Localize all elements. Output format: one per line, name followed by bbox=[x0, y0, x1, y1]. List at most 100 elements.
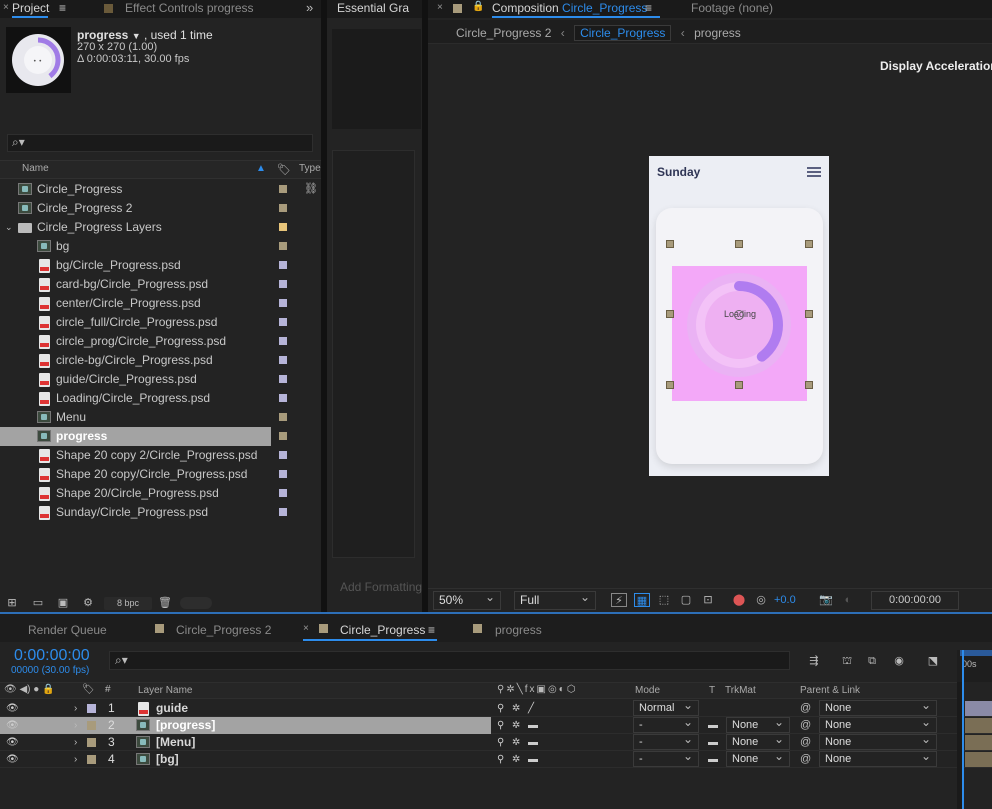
new-composition-icon[interactable]: ▣ bbox=[55, 596, 71, 610]
sort-ascending-icon[interactable]: ▲ bbox=[256, 163, 266, 174]
magnification-dropdown[interactable]: 50% bbox=[433, 589, 501, 610]
parent-dropdown[interactable]: None bbox=[819, 749, 937, 767]
label-tag-icon[interactable]: 🏷 bbox=[277, 163, 291, 176]
layer-name[interactable]: [progress] bbox=[156, 717, 215, 734]
project-item[interactable]: circle-bg/Circle_Progress.psd bbox=[0, 351, 321, 370]
collapse-switch-icon[interactable]: ✲ bbox=[512, 751, 520, 768]
project-item[interactable]: Shape 20 copy/Circle_Progress.psd bbox=[0, 465, 321, 484]
trash-icon[interactable]: 🗑 bbox=[157, 596, 173, 610]
close-icon[interactable]: × bbox=[303, 623, 309, 634]
preserve-transparency-icon[interactable]: ▬ bbox=[708, 751, 718, 768]
close-icon[interactable]: × bbox=[437, 2, 443, 13]
resolution-dropdown[interactable]: Full bbox=[514, 589, 596, 610]
project-item[interactable]: center/Circle_Progress.psd bbox=[0, 294, 321, 313]
label-color-swatch[interactable] bbox=[279, 375, 287, 383]
composition-viewer[interactable]: Sunday Loading bbox=[428, 44, 992, 588]
project-item[interactable]: Menu bbox=[0, 408, 321, 427]
layer-name[interactable]: [bg] bbox=[156, 751, 179, 768]
snapshot-camera-icon[interactable]: 📷 bbox=[818, 593, 834, 607]
label-tag-icon[interactable]: 🏷 bbox=[82, 684, 95, 695]
lock-icon[interactable]: 🔒 bbox=[472, 1, 484, 12]
blend-mode-dropdown[interactable]: - bbox=[633, 732, 699, 750]
expand-chevron-icon[interactable]: › bbox=[74, 700, 77, 717]
layer-duration-bar[interactable] bbox=[965, 735, 992, 750]
mode-header[interactable]: Mode bbox=[635, 685, 660, 696]
project-item[interactable]: bg bbox=[0, 237, 321, 256]
label-color-swatch[interactable] bbox=[279, 432, 287, 440]
transform-handle[interactable] bbox=[666, 240, 674, 248]
project-item[interactable]: progress bbox=[0, 427, 321, 446]
layer-duration-bar[interactable] bbox=[965, 718, 992, 733]
blend-mode-dropdown[interactable]: - bbox=[633, 749, 699, 767]
transform-handle[interactable] bbox=[805, 240, 813, 248]
transform-handle[interactable] bbox=[805, 310, 813, 318]
project-item[interactable]: Shape 20/Circle_Progress.psd bbox=[0, 484, 321, 503]
tab-render-queue[interactable]: Render Queue bbox=[28, 622, 107, 640]
anchor-point-icon[interactable] bbox=[734, 310, 744, 320]
layer-name[interactable]: guide bbox=[156, 700, 188, 717]
blend-mode-dropdown[interactable]: - bbox=[633, 715, 699, 733]
label-color-swatch[interactable] bbox=[279, 223, 287, 231]
project-item[interactable]: Loading/Circle_Progress.psd bbox=[0, 389, 321, 408]
shy-switch-icon[interactable]: ⚲ bbox=[497, 700, 504, 717]
eye-icon[interactable]: 👁 bbox=[4, 684, 17, 695]
tab-circle-progress[interactable]: Circle_Progress bbox=[340, 622, 425, 640]
label-color-swatch[interactable] bbox=[279, 508, 287, 516]
parent-dropdown[interactable]: None bbox=[819, 732, 937, 750]
add-formatting-button[interactable]: Add Formatting bbox=[340, 580, 422, 594]
preserve-transparency-icon[interactable]: ▬ bbox=[708, 734, 718, 751]
panel-menu-icon[interactable]: ≡ bbox=[59, 1, 66, 15]
tab-effect-controls[interactable]: Effect Controls progress bbox=[125, 0, 254, 18]
transform-handle[interactable] bbox=[666, 381, 674, 389]
transform-handle[interactable] bbox=[805, 381, 813, 389]
layer-name-header[interactable]: Layer Name bbox=[138, 685, 192, 696]
project-item[interactable]: ⌄ Circle_Progress Layers bbox=[0, 218, 321, 237]
layer-name[interactable]: [Menu] bbox=[156, 734, 195, 751]
label-color-swatch[interactable] bbox=[279, 470, 287, 478]
transform-handle[interactable] bbox=[666, 310, 674, 318]
region-of-interest-icon[interactable]: ▢ bbox=[678, 593, 694, 607]
expand-chevron-icon[interactable]: › bbox=[74, 751, 77, 768]
column-type-header[interactable]: Type bbox=[299, 163, 321, 174]
label-color-swatch[interactable] bbox=[279, 413, 287, 421]
project-item[interactable]: Circle_Progress ⛓ bbox=[0, 180, 321, 199]
project-item[interactable]: bg/Circle_Progress.psd bbox=[0, 256, 321, 275]
layer-duration-bar[interactable] bbox=[965, 752, 992, 767]
new-folder-icon[interactable]: ▭ bbox=[30, 596, 46, 610]
tab-footage[interactable]: Footage (none) bbox=[691, 0, 773, 18]
graph-editor-icon[interactable]: ⬔ bbox=[925, 654, 941, 668]
reset-exposure-icon[interactable]: ◎ bbox=[753, 593, 769, 607]
breadcrumb-item[interactable]: Circle_Progress 2 bbox=[456, 26, 551, 40]
project-item[interactable]: circle_prog/Circle_Progress.psd bbox=[0, 332, 321, 351]
composition-mini-flowchart-icon[interactable]: ⇶ bbox=[806, 654, 822, 668]
draft-3d-icon[interactable]: ⛫ bbox=[839, 654, 855, 668]
project-item[interactable]: circle_full/Circle_Progress.psd bbox=[0, 313, 321, 332]
transform-handle[interactable] bbox=[735, 381, 743, 389]
quality-switch-icon[interactable]: ▬ bbox=[528, 734, 538, 751]
table-row[interactable]: 👁›4[bg]⚲✲▬-▬None@None bbox=[0, 749, 992, 768]
track-matte-dropdown[interactable]: None bbox=[726, 749, 790, 767]
exposure-value[interactable]: +0.0 bbox=[774, 594, 796, 606]
pick-whip-icon[interactable]: @ bbox=[800, 734, 811, 751]
solo-icon[interactable]: ● bbox=[33, 684, 39, 695]
collapse-switch-icon[interactable]: ✲ bbox=[512, 700, 520, 717]
chevron-down-icon[interactable]: ▼ bbox=[132, 31, 141, 41]
track-matte-dropdown[interactable]: None bbox=[726, 732, 790, 750]
panel-menu-icon[interactable]: ≡ bbox=[645, 1, 652, 15]
visibility-eye-icon[interactable]: 👁 bbox=[6, 751, 19, 768]
shy-switch-icon[interactable]: ⚲ bbox=[497, 717, 504, 734]
tab-essential-graphics[interactable]: Essential Gra bbox=[337, 0, 412, 18]
tab-circle-progress-2[interactable]: Circle_Progress 2 bbox=[176, 622, 271, 640]
label-color-swatch[interactable] bbox=[279, 299, 287, 307]
mask-visibility-icon[interactable]: ⬚ bbox=[656, 593, 672, 607]
transparency-grid-icon[interactable]: ▦ bbox=[634, 593, 650, 607]
thumbnail-size-slider[interactable] bbox=[180, 597, 212, 609]
transform-handle[interactable] bbox=[735, 240, 743, 248]
label-color-swatch[interactable] bbox=[279, 451, 287, 459]
pick-whip-icon[interactable]: @ bbox=[800, 700, 811, 717]
quality-switch-icon[interactable]: ▬ bbox=[528, 717, 538, 734]
timeline-search-input[interactable]: ⌕▾ bbox=[109, 651, 790, 670]
quality-switch-icon[interactable]: ▬ bbox=[528, 751, 538, 768]
label-color-swatch[interactable] bbox=[279, 394, 287, 402]
breadcrumb-item[interactable]: progress bbox=[694, 26, 741, 40]
